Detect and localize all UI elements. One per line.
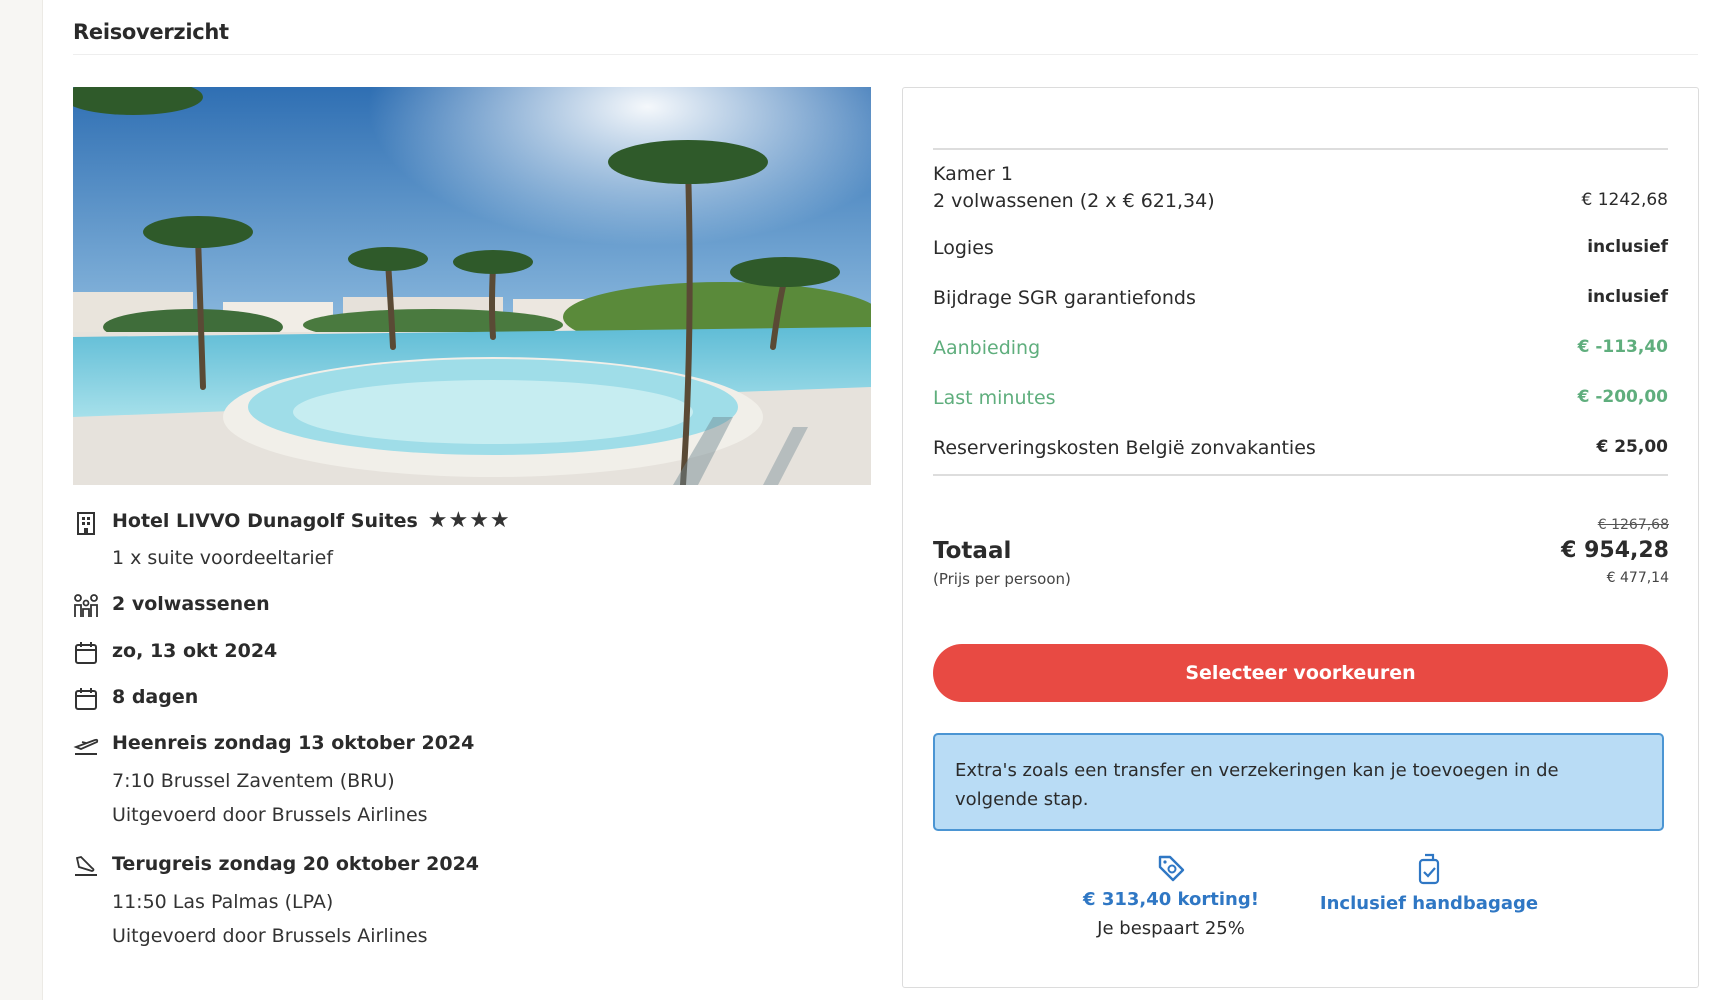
line-label: Logies <box>933 237 994 259</box>
card-top-divider <box>933 148 1668 150</box>
building-icon <box>73 510 99 536</box>
line-value: € -113,40 <box>1577 337 1668 357</box>
outbound-row: Heenreis zondag 13 oktober 2024 <box>73 732 474 758</box>
calendar-icon <box>73 686 99 712</box>
star-rating: ★★★★ <box>427 508 511 533</box>
total-label: Totaal <box>933 538 1012 564</box>
travellers-label: 2 volwassenen <box>112 593 270 615</box>
baggage-label: Inclusief handbagage <box>1319 893 1539 914</box>
room-price: € 1242,68 <box>1581 190 1668 210</box>
price-line-aanbieding: Aanbieding € -113,40 <box>933 337 1668 359</box>
outbound-time-airport: 7:10 Brussel Zaventem (BRU) <box>112 770 395 792</box>
outbound-operator: Uitgevoerd door Brussels Airlines <box>112 804 428 826</box>
price-summary-card: Kamer 1 2 volwassenen (2 x € 621,34) € 1… <box>902 87 1699 988</box>
line-value: inclusief <box>1587 237 1668 257</box>
return-row: Terugreis zondag 20 oktober 2024 <box>73 853 479 879</box>
hotel-photo[interactable] <box>73 87 871 485</box>
line-value: € -200,00 <box>1577 387 1668 407</box>
discount-amount: € 313,40 korting! <box>1083 889 1259 910</box>
people-icon <box>73 593 99 619</box>
trip-duration: 8 dagen <box>112 686 199 708</box>
left-sidebar-strip <box>0 0 43 1000</box>
line-label: Last minutes <box>933 387 1056 409</box>
return-operator: Uitgevoerd door Brussels Airlines <box>112 925 428 947</box>
price-tag-icon <box>1021 853 1321 887</box>
line-label: Reserveringskosten België zonvakanties <box>933 437 1316 459</box>
luggage-icon <box>1279 853 1579 891</box>
line-value: inclusief <box>1587 287 1668 307</box>
outbound-title: Heenreis zondag 13 oktober 2024 <box>112 732 475 754</box>
calendar-icon <box>73 640 99 666</box>
return-time-airport: 11:50 Las Palmas (LPA) <box>112 891 334 913</box>
room-price-line: 2 volwassenen (2 x € 621,34) € 1242,68 <box>933 190 1668 212</box>
page-title: Reisoverzicht <box>73 20 229 44</box>
per-person-price: € 477,14 <box>1606 570 1669 586</box>
card-total-divider <box>933 474 1668 476</box>
plane-takeoff-icon <box>73 732 99 758</box>
usp-baggage: Inclusief handbagage <box>1279 853 1579 914</box>
return-title: Terugreis zondag 20 oktober 2024 <box>112 853 480 875</box>
old-total-price: € 1267,68 <box>1597 517 1669 533</box>
hotel-name[interactable]: Hotel LIVVO Dunagolf Suites <box>112 510 418 532</box>
price-line-sgr: Bijdrage SGR garantiefonds inclusief <box>933 287 1668 309</box>
total-price: € 954,28 <box>1561 538 1669 563</box>
room-occupancy: 2 volwassenen (2 x € 621,34) <box>933 190 1215 212</box>
price-line-last-minutes: Last minutes € -200,00 <box>933 387 1668 409</box>
usp-discount: € 313,40 korting! Je bespaart 25% <box>1021 853 1321 939</box>
line-value: € 25,00 <box>1596 437 1668 457</box>
info-box: Extra's zoals een transfer en verzekerin… <box>933 733 1664 831</box>
plane-landing-icon <box>73 853 99 879</box>
line-label: Aanbieding <box>933 337 1041 359</box>
date-row: zo, 13 okt 2024 <box>73 640 277 666</box>
room-label: Kamer 1 <box>933 163 1013 185</box>
departure-date: zo, 13 okt 2024 <box>112 640 278 662</box>
per-person-label: (Prijs per persoon) <box>933 570 1071 588</box>
select-preferences-button[interactable]: Selecteer voorkeuren <box>933 644 1668 702</box>
price-line-reservation: Reserveringskosten België zonvakanties €… <box>933 437 1668 459</box>
hotel-row: Hotel LIVVO Dunagolf Suites ★★★★ <box>73 510 511 536</box>
price-line-logies: Logies inclusief <box>933 237 1668 259</box>
line-label: Bijdrage SGR garantiefonds <box>933 287 1196 309</box>
travellers-row: 2 volwassenen <box>73 593 270 619</box>
room-type: 1 x suite voordeeltarief <box>112 547 334 569</box>
title-divider <box>73 54 1698 55</box>
discount-percentage: Je bespaart 25% <box>1097 918 1245 939</box>
duration-row: 8 dagen <box>73 686 198 712</box>
